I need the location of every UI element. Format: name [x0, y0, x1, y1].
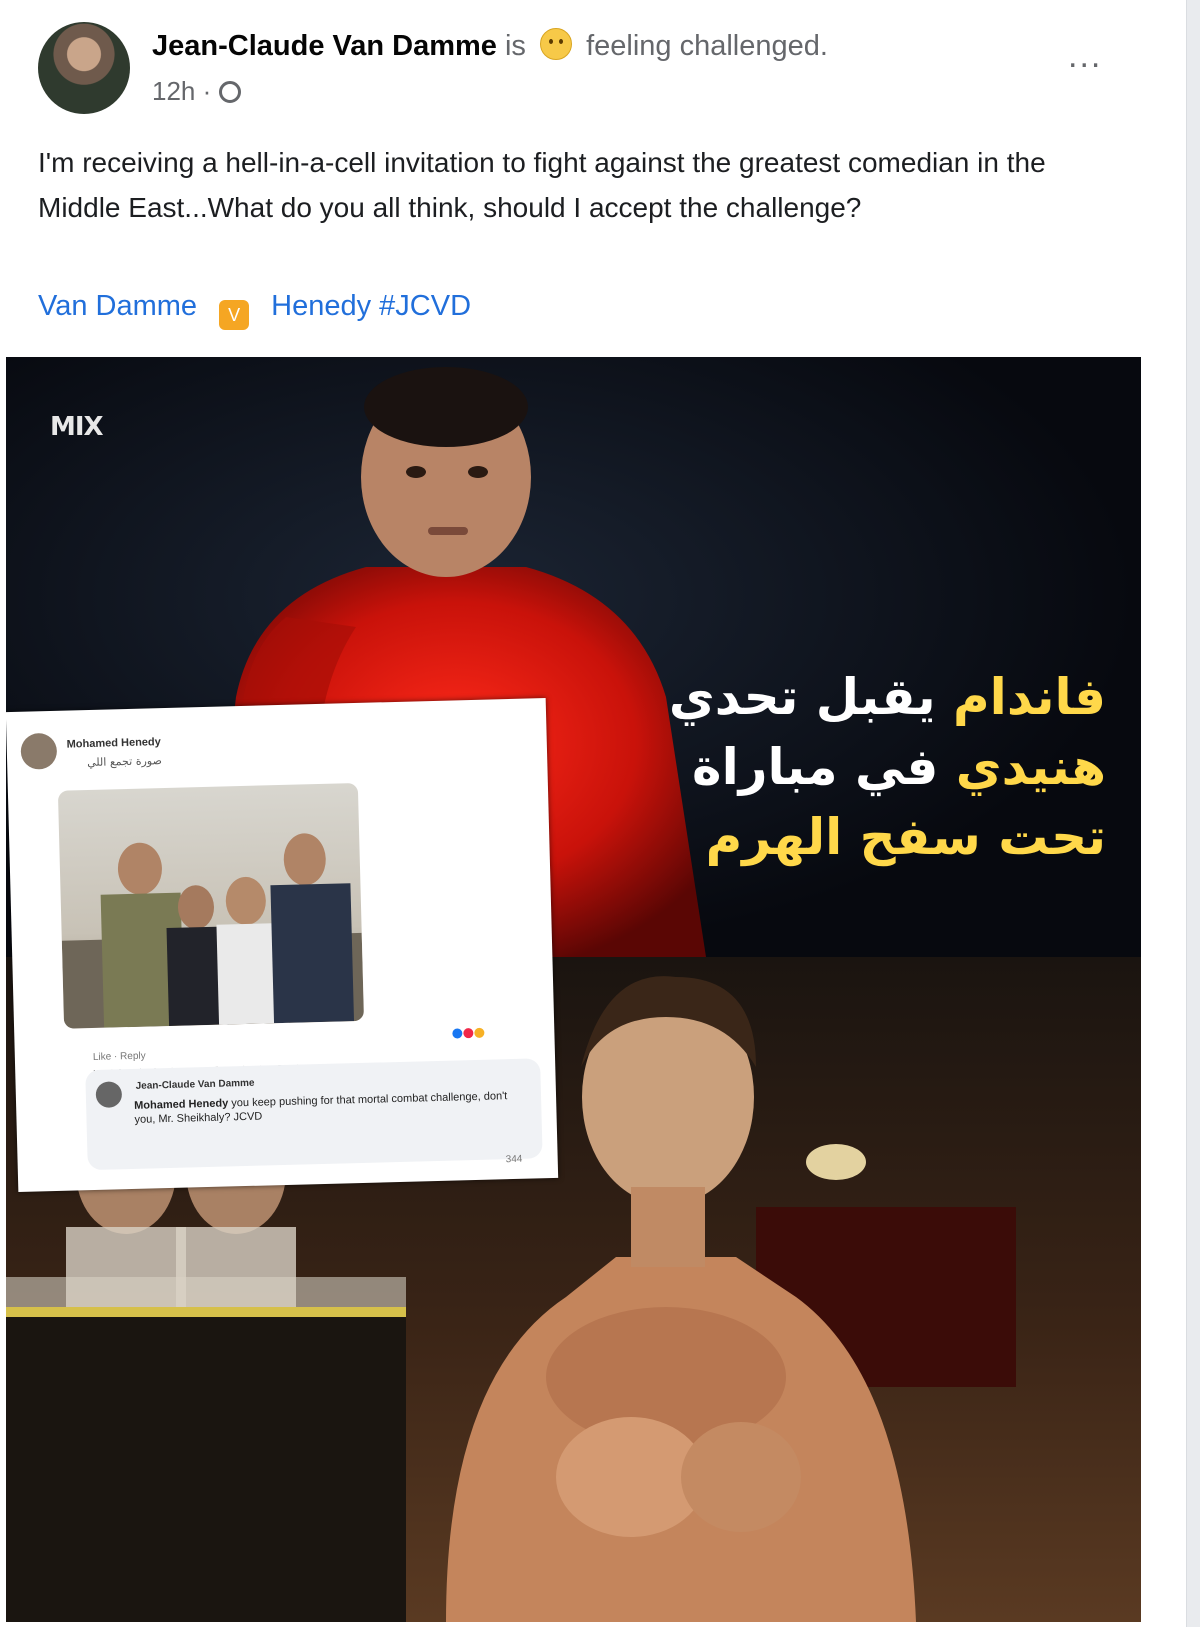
- commenter-avatar: [20, 732, 58, 770]
- author-name[interactable]: Jean-Claude Van Damme: [152, 30, 497, 62]
- versus-icon: V: [219, 300, 250, 330]
- post-meta: 12h ·: [152, 76, 241, 107]
- post-text: I'm receiving a hell-in-a-cell invitatio…: [38, 147, 1046, 223]
- post-header: Jean-Claude Van Damme is feeling challen…: [152, 28, 828, 63]
- comment-reactions[interactable]: [452, 1027, 485, 1042]
- globe-icon[interactable]: [218, 81, 241, 103]
- post-tags: Van Damme V Henedy #JCVD: [38, 290, 471, 330]
- group-photo-image: [57, 782, 365, 1029]
- tag-van-damme[interactable]: Van Damme: [38, 290, 197, 322]
- meta-separator: ·: [202, 76, 212, 106]
- feeling-emoji-icon: [540, 28, 572, 60]
- headline-in-match: في مباراة: [692, 738, 939, 796]
- more-options-button[interactable]: ...: [1068, 39, 1102, 73]
- feeling-text: feeling challenged.: [586, 30, 828, 62]
- reply-reaction-count: 344: [505, 1153, 523, 1166]
- post-timestamp[interactable]: 12h: [152, 76, 195, 106]
- facebook-post: Jean-Claude Van Damme is feeling challen…: [0, 0, 1187, 1627]
- tag-henedy-jcvd[interactable]: Henedy #JCVD: [271, 290, 471, 322]
- embedded-comment-screenshot: Mohamed Henedy صورة تجمع اللي Like · Rep…: [6, 698, 559, 1192]
- commenter-name: Mohamed Henedy: [66, 736, 161, 751]
- headline-line-1: فاندام يقبل تحدي: [626, 662, 1106, 732]
- comment-actions[interactable]: Like · Reply: [93, 1051, 146, 1063]
- headline-line-3: تحت سفح الهرم: [705, 808, 1106, 866]
- reply-hashtag: JCVD: [233, 1110, 263, 1124]
- reply-mention: Mohamed Henedy: [134, 1097, 229, 1112]
- mix-logo: MIX: [50, 412, 104, 442]
- headline-henedy: هنيدي: [955, 738, 1106, 796]
- headline-line-2: هنيدي في مباراة: [626, 732, 1106, 802]
- status-prefix: is: [504, 30, 526, 62]
- commenter-caption: صورة تجمع اللي: [86, 754, 162, 770]
- arabic-headline: فاندام يقبل تحدي هنيدي في مباراة تحت سفح…: [626, 662, 1106, 872]
- headline-accepts: يقبل تحدي: [668, 668, 936, 726]
- author-avatar[interactable]: [38, 22, 130, 114]
- post-image[interactable]: MIX فاندام يقبل تحدي هنيدي في مباراة تحت…: [6, 357, 1141, 1622]
- headline-vandamme: فاندام: [953, 668, 1106, 726]
